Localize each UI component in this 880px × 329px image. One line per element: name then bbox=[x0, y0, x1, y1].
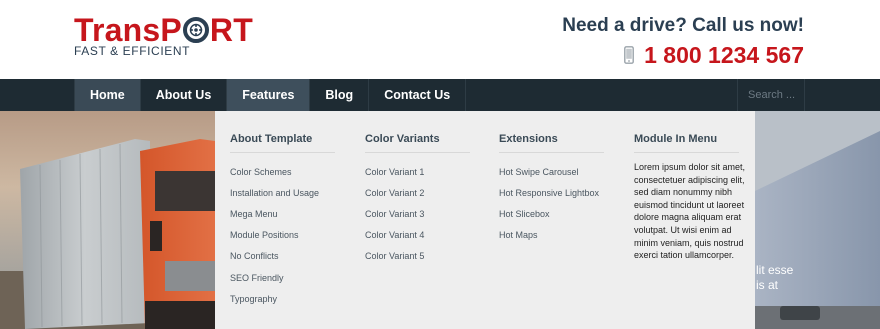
menu-link[interactable]: Color Variant 4 bbox=[365, 230, 424, 240]
features-mega-menu: About Template Color Schemes Installatio… bbox=[215, 111, 755, 329]
menu-link[interactable]: Color Variant 2 bbox=[365, 188, 424, 198]
logo-title: TransP RT bbox=[74, 13, 253, 47]
menu-link[interactable]: No Conflicts bbox=[230, 251, 279, 261]
nav-item-features[interactable]: Features bbox=[226, 79, 310, 111]
nav-item-home[interactable]: Home bbox=[74, 79, 140, 111]
menu-link[interactable]: Hot Responsive Lightbox bbox=[499, 188, 599, 198]
mobile-phone-icon bbox=[624, 46, 635, 64]
nav-item-contact-us[interactable]: Contact Us bbox=[368, 79, 467, 111]
phone-block: 1 800 1234 567 bbox=[562, 42, 804, 68]
hero-caption-line: lit esse bbox=[756, 263, 794, 277]
column-divider bbox=[365, 152, 470, 153]
page: TransP RT FAST & EFFICIENT Need a drive?… bbox=[0, 0, 880, 329]
menu-link[interactable]: Installation and Usage bbox=[230, 188, 319, 198]
logo-title-prefix: TransP bbox=[74, 12, 182, 48]
column-title: Color Variants bbox=[365, 133, 440, 145]
menu-link[interactable]: Color Variant 5 bbox=[365, 251, 424, 261]
nav-item-about-us[interactable]: About Us bbox=[139, 79, 227, 111]
nav-menu: Home About Us Features Blog Contact Us bbox=[74, 79, 467, 111]
site-logo[interactable]: TransP RT FAST & EFFICIENT bbox=[74, 13, 253, 58]
menu-link[interactable]: Mega Menu bbox=[230, 209, 278, 219]
search-input[interactable] bbox=[738, 79, 804, 111]
menu-link[interactable]: SEO Friendly bbox=[230, 273, 284, 283]
menu-link[interactable]: Color Schemes bbox=[230, 167, 292, 177]
main-nav: Home About Us Features Blog Contact Us bbox=[0, 79, 880, 111]
wheel-icon bbox=[182, 17, 209, 43]
menu-link[interactable]: Typography bbox=[230, 294, 277, 304]
module-body-text: Lorem ipsum dolor sit amet, consectetuer… bbox=[634, 162, 746, 261]
menu-link[interactable]: Hot Swipe Carousel bbox=[499, 167, 579, 177]
menu-link[interactable]: Color Variant 3 bbox=[365, 209, 424, 219]
call-to-action: Need a drive? Call us now! 1 800 1234 56… bbox=[562, 14, 804, 68]
phone-number[interactable]: 1 800 1234 567 bbox=[644, 42, 804, 68]
hero-caption: lit esse is at bbox=[756, 263, 793, 293]
hero-caption-line: is at bbox=[756, 278, 779, 292]
column-title: Extensions bbox=[499, 133, 558, 145]
column-divider bbox=[499, 152, 604, 153]
menu-link[interactable]: Module Positions bbox=[230, 230, 299, 240]
site-header: TransP RT FAST & EFFICIENT Need a drive?… bbox=[0, 0, 880, 79]
nav-item-blog[interactable]: Blog bbox=[309, 79, 368, 111]
column-divider bbox=[634, 152, 739, 153]
search-box bbox=[737, 79, 805, 111]
menu-link[interactable]: Hot Slicebox bbox=[499, 209, 550, 219]
cta-heading: Need a drive? Call us now! bbox=[562, 15, 804, 36]
column-divider bbox=[230, 152, 335, 153]
column-title: About Template bbox=[230, 133, 313, 145]
logo-title-suffix: RT bbox=[209, 12, 253, 48]
column-title: Module In Menu bbox=[634, 133, 718, 145]
menu-link[interactable]: Hot Maps bbox=[499, 230, 538, 240]
menu-link[interactable]: Color Variant 1 bbox=[365, 167, 424, 177]
